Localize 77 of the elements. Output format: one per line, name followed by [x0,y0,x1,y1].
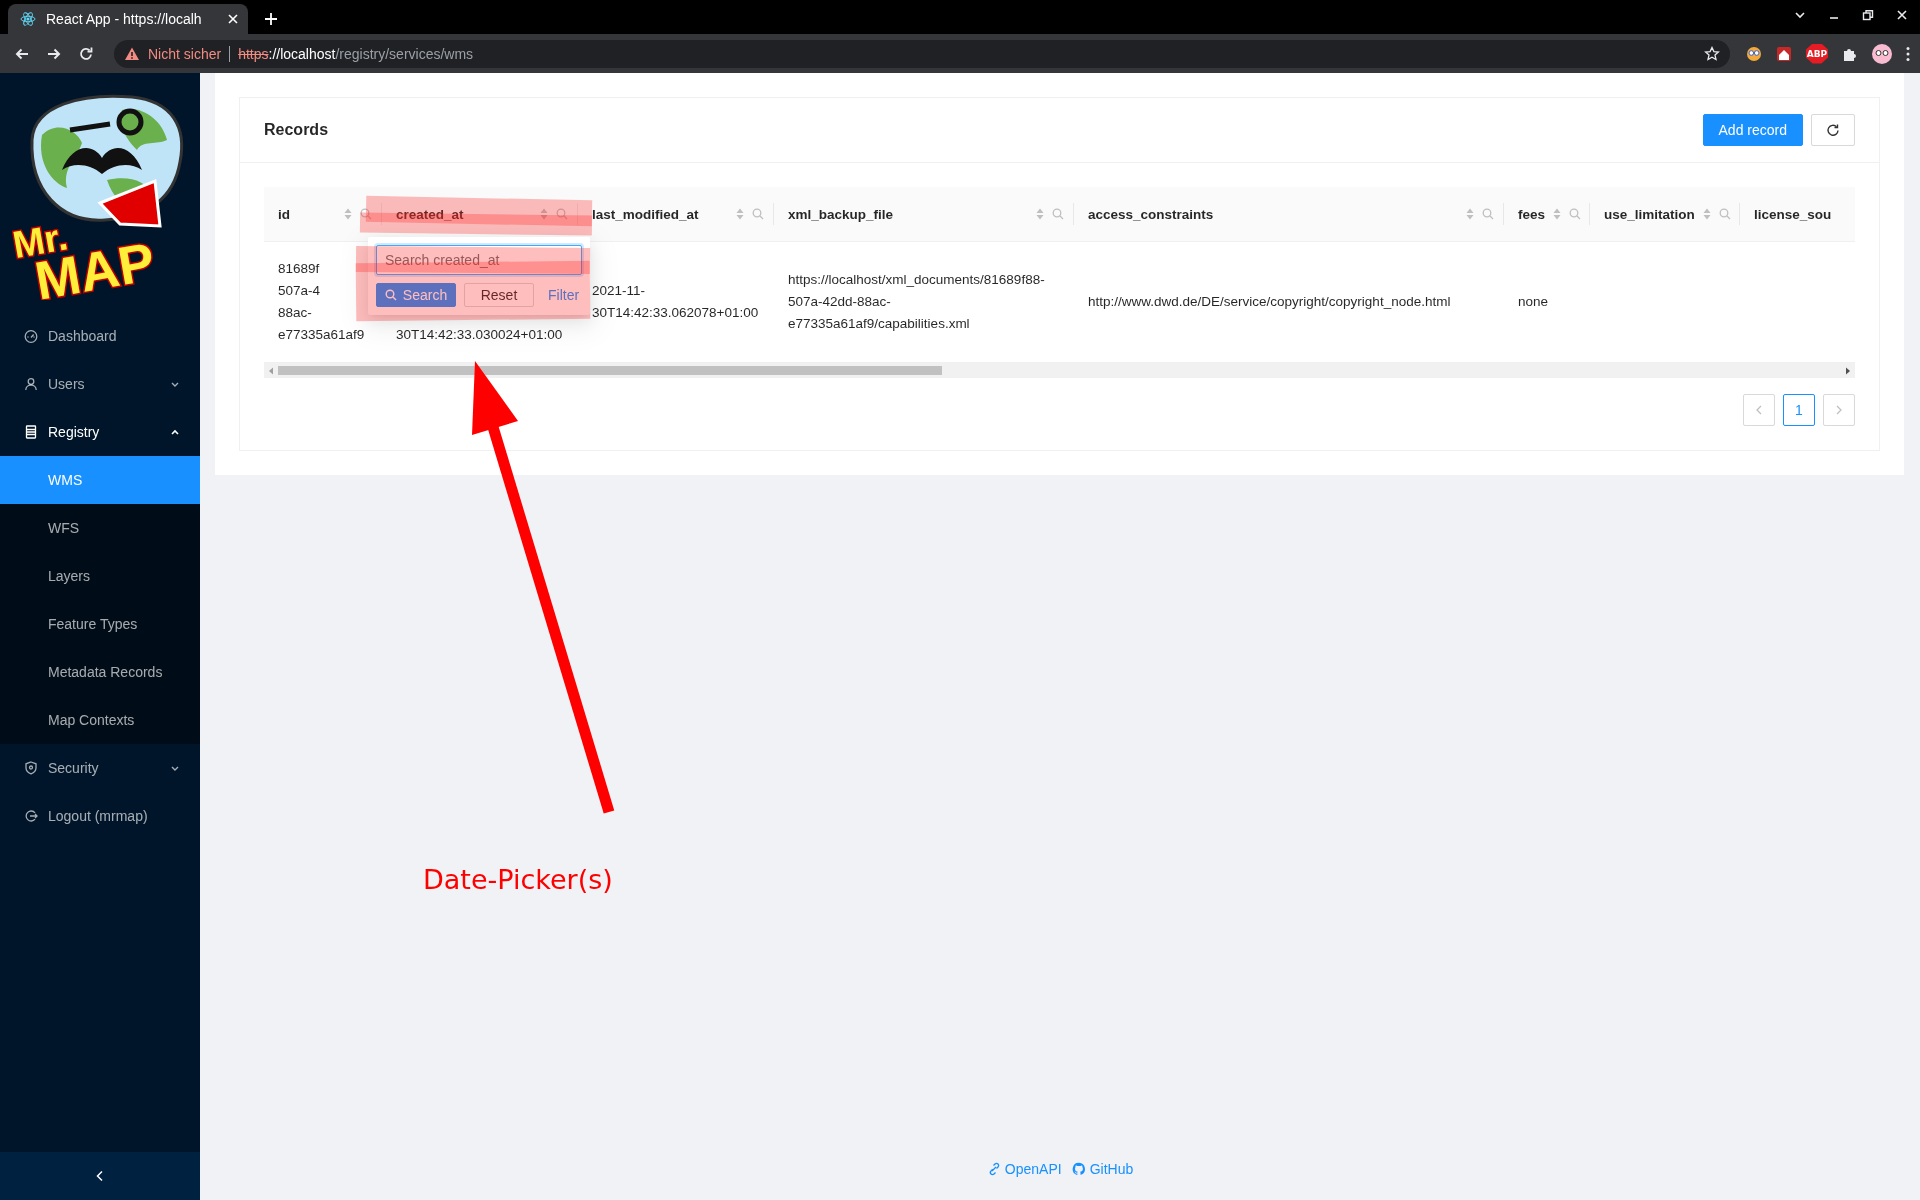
search-field[interactable]: Search created_at [376,245,582,275]
menu-icon[interactable] [1906,45,1910,62]
sort-icon[interactable] [1466,208,1474,220]
search-icon [384,289,397,301]
plus-icon[interactable] [264,12,278,26]
annotation-label: Date-Picker(s) [423,864,613,895]
list-icon [24,425,38,439]
menu-item[interactable]: Dashboard [0,312,200,360]
search-icon[interactable] [1569,208,1582,220]
chevron-down-icon[interactable] [1794,9,1806,21]
chevron-left-icon [1755,405,1763,415]
menu-item[interactable]: Metadata Records [0,648,200,696]
scroll-right-icon[interactable] [1845,366,1851,375]
column-header[interactable]: id [278,206,336,222]
column-header[interactable]: access_constraints [1088,206,1458,222]
menu-item[interactable]: Logout (mrmap) [0,792,200,840]
table-cell-text: 30T14:42:33.030024+01:00 [396,326,563,344]
search-icon[interactable] [556,208,568,220]
sort-icon[interactable] [540,208,548,220]
avatar-icon[interactable] [1872,43,1892,64]
warning-icon [124,45,140,62]
menu-item[interactable]: WFS [0,504,200,552]
address-bar[interactable]: Nicht sicher https://localhost/registry/services/wms [114,39,1730,68]
adblock-badge[interactable]: ABP [1806,43,1828,64]
close-icon[interactable] [1896,9,1908,21]
card-title: Records [264,121,329,139]
column-header[interactable]: created_at [396,206,532,222]
column-header[interactable]: use_limitation [1604,206,1695,222]
column-header[interactable]: fees [1518,206,1546,222]
table-cell-text: 2021-11- 30T14:42:33.062078+01:00 [592,282,759,322]
security-label[interactable]: Nicht sicher [148,45,222,62]
dashboard-icon [24,329,38,343]
chevron-left-icon [95,1170,105,1182]
menu-item[interactable]: Feature Types [0,600,200,648]
react-icon [20,11,36,27]
browser-tab[interactable]: React App - https://localh [8,4,248,34]
column-header[interactable]: xml_backup_file [788,206,1028,222]
reload-icon [1826,123,1840,137]
shield-icon [24,761,38,775]
user-icon [24,377,38,391]
search-icon[interactable] [1052,208,1064,220]
restore-icon[interactable] [1862,9,1874,21]
column-header[interactable]: last_modified_at [592,206,728,222]
github-icon [1071,1162,1086,1176]
column-header[interactable]: license_sou [1754,206,1844,222]
sort-icon[interactable] [1036,208,1044,220]
table-cell-text: none [1518,293,1549,311]
scrollbar-thumb[interactable] [278,366,942,375]
owl-icon[interactable] [1746,45,1762,62]
sort-icon[interactable] [736,208,744,220]
table-cell-text: 81689f 507a-4 88ac- e77335a61af9 [278,260,365,344]
table-cell-text: http://www.dwd.de/DE/service/copyright/copyright_node.html [1088,293,1451,311]
table-cell-text: https://localhost/xml_documents/81689f88- 507a-42dd-88ac- e77335a61af9/capabilities.xml [788,271,1045,333]
horizontal-scrollbar[interactable] [264,363,1855,378]
menu-item[interactable]: Map Contexts [0,696,200,744]
reload-icon[interactable] [78,45,94,62]
chevron-right-icon [1835,405,1843,415]
search-icon[interactable] [360,208,372,220]
menu-item[interactable]: Registry [0,408,200,456]
refresh-button[interactable] [1811,114,1855,146]
search-icon[interactable] [752,208,764,220]
search-icon[interactable] [1718,208,1731,220]
menu-item[interactable]: Users [0,360,200,408]
sort-icon[interactable] [344,208,352,220]
sort-icon[interactable] [1702,208,1711,220]
previous-page-button[interactable] [1743,394,1775,426]
star-icon[interactable] [1704,45,1720,62]
sort-icon[interactable] [1553,208,1562,220]
reset-button[interactable]: Reset [464,283,534,307]
next-page-button[interactable] [1823,394,1855,426]
url-text[interactable]: https://localhost/registry/services/wms [238,45,474,62]
logout-icon [24,809,38,823]
scroll-left-icon[interactable] [268,366,274,375]
menu-item[interactable]: Layers [0,552,200,600]
search-icon[interactable] [1482,208,1494,220]
house-icon[interactable] [1776,45,1792,62]
menu-item[interactable]: Security [0,744,200,792]
